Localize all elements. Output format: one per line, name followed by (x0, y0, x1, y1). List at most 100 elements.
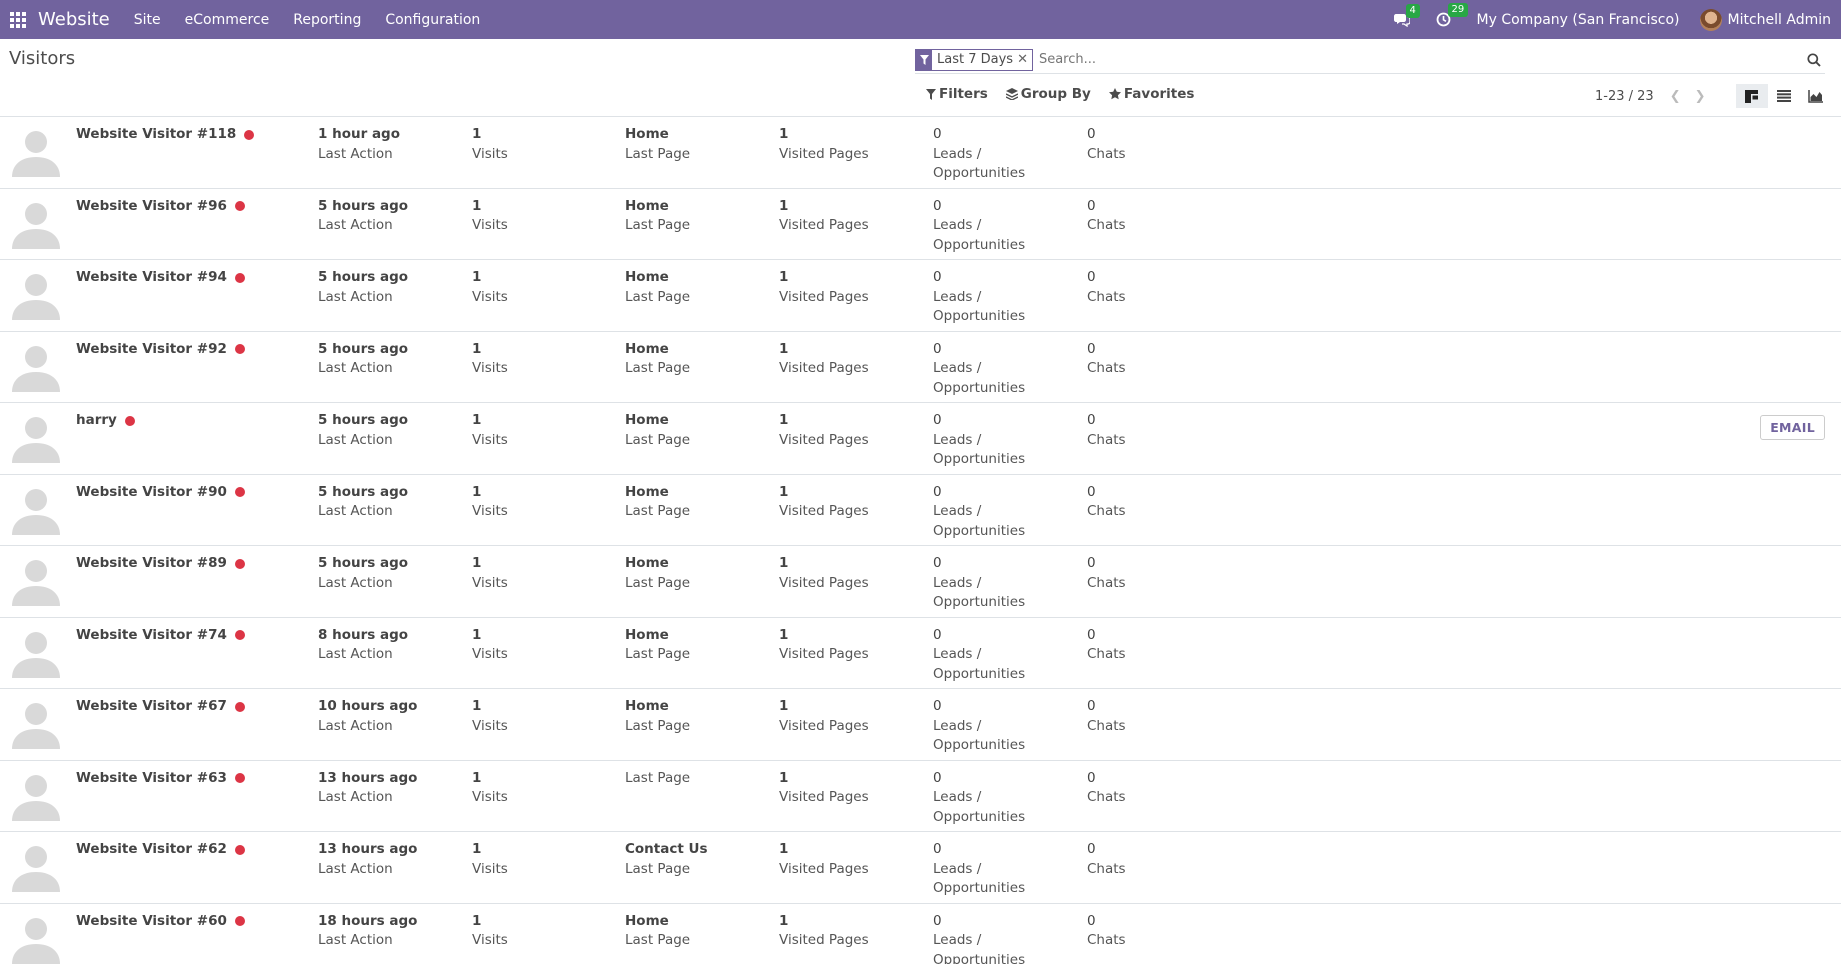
favorites-button[interactable]: Favorites (1108, 86, 1194, 102)
visits-field: 1 Visits (472, 197, 508, 234)
offline-status-dot (234, 344, 245, 355)
visited-pages-field: 1 Visited Pages (779, 698, 869, 734)
visitor-avatar-icon (12, 631, 60, 678)
visitor-card[interactable]: Website Visitor #62 13 hours ago Last Ac… (0, 832, 1841, 904)
last-action-field: 5 hours ago Last Action (318, 269, 409, 305)
leads-field: 0 Leads / Opportunities (933, 412, 1026, 467)
visitor-card[interactable]: Website Visitor #118 1 hour ago Last Act… (0, 117, 1841, 189)
visited-pages-field: 1 Visited Pages (779, 197, 869, 234)
company-switcher[interactable]: My Company (San Francisco) (1477, 12, 1680, 28)
menu-site[interactable]: Site (134, 12, 161, 28)
search-icon[interactable] (1803, 49, 1825, 71)
menu-ecommerce[interactable]: eCommerce (185, 12, 270, 28)
search-options: Filters Group By Favorites (926, 86, 1212, 102)
email-button[interactable]: EMAIL (1760, 415, 1825, 440)
messages-badge: 4 (1405, 3, 1420, 18)
groupby-button[interactable]: Group By (1005, 86, 1091, 102)
last-page-field: Home Last Page (625, 412, 691, 448)
list-view-button[interactable] (1768, 84, 1800, 108)
visited-pages-field: 1 Visited Pages (779, 841, 869, 877)
visitor-card[interactable]: Website Visitor #90 5 hours ago Last Act… (0, 475, 1841, 546)
visitor-card[interactable]: Website Visitor #60 18 hours ago Last Ac… (0, 904, 1841, 964)
visitor-avatar-icon (12, 774, 60, 821)
visitor-avatar-icon (12, 202, 60, 249)
visitor-avatar-icon (12, 274, 60, 320)
leads-field: 0 Leads / Opportunities (933, 769, 1026, 825)
chats-field: 0 Chats (1087, 483, 1126, 520)
search-input[interactable] (1032, 52, 1803, 67)
visited-pages-field: 1 Visited Pages (779, 126, 869, 162)
last-action-field: 8 hours ago Last Action (318, 626, 409, 663)
menu-reporting[interactable]: Reporting (293, 12, 361, 28)
last-page-field: Last Page (625, 769, 691, 786)
visits-field: 1 Visits (472, 412, 508, 448)
visitor-card[interactable]: Website Visitor #67 10 hours ago Last Ac… (0, 689, 1841, 761)
search-facet: Last 7 Days ✕ (915, 48, 1033, 71)
last-page-field: Home Last Page (625, 698, 691, 734)
messages-systray[interactable]: 4 (1393, 3, 1420, 27)
visitor-name: Website Visitor #96 (76, 197, 245, 217)
visitor-avatar-icon (12, 846, 60, 892)
visitor-card[interactable]: Website Visitor #63 13 hours ago Last Ac… (0, 761, 1841, 832)
visited-pages-field: 1 Visited Pages (779, 626, 869, 663)
menu-configuration[interactable]: Configuration (385, 12, 480, 28)
visitor-name: Website Visitor #67 (76, 697, 245, 717)
last-action-field: 18 hours ago Last Action (318, 912, 418, 949)
list-view-icon (1776, 90, 1791, 102)
offline-status-dot (234, 558, 245, 569)
user-name: Mitchell Admin (1727, 11, 1832, 28)
chats-field: 0 Chats (1087, 126, 1126, 162)
offline-status-dot (234, 272, 245, 283)
visitor-name: harry (76, 411, 135, 431)
visitor-list: Website Visitor #118 1 hour ago Last Act… (0, 117, 1841, 964)
last-action-field: 13 hours ago Last Action (318, 769, 418, 806)
pager-value[interactable]: 1-23 / 23 (1595, 89, 1654, 104)
visitor-card[interactable]: Website Visitor #96 5 hours ago Last Act… (0, 189, 1841, 260)
visited-pages-field: 1 Visited Pages (779, 483, 869, 520)
view-switcher (1735, 84, 1832, 108)
kanban-view-button[interactable] (1735, 84, 1768, 108)
visited-pages-field: 1 Visited Pages (779, 769, 869, 806)
last-page-field: Home Last Page (625, 912, 691, 949)
leads-field: 0 Leads / Opportunities (933, 483, 1026, 539)
activities-systray[interactable]: 29 (1436, 3, 1469, 27)
visitor-name: Website Visitor #63 (76, 769, 245, 789)
filter-icon (926, 88, 936, 100)
chats-field: 0 Chats (1087, 841, 1126, 877)
last-page-field: Home Last Page (625, 197, 691, 234)
visitor-name: Website Visitor #62 (76, 840, 245, 860)
filters-button[interactable]: Filters (926, 86, 988, 102)
pager-next-icon[interactable]: ❯ (1695, 89, 1706, 104)
offline-status-dot (234, 487, 245, 498)
visitor-card[interactable]: Website Visitor #74 8 hours ago Last Act… (0, 618, 1841, 689)
chats-field: 0 Chats (1087, 912, 1126, 949)
chats-field: 0 Chats (1087, 269, 1126, 305)
offline-status-dot (234, 701, 245, 712)
page-title: Visitors (9, 48, 76, 69)
user-menu[interactable]: Mitchell Admin (1699, 8, 1832, 31)
star-icon (1108, 88, 1121, 100)
visited-pages-field: 1 Visited Pages (779, 340, 869, 377)
pager-previous-icon[interactable]: ❮ (1670, 89, 1681, 104)
chats-field: 0 Chats (1087, 626, 1126, 663)
facet-remove-icon[interactable]: ✕ (1017, 52, 1032, 67)
leads-field: 0 Leads / Opportunities (933, 912, 1026, 964)
chats-field: 0 Chats (1087, 555, 1126, 591)
visitor-card[interactable]: Website Visitor #89 5 hours ago Last Act… (0, 546, 1841, 618)
visitor-card[interactable]: Website Visitor #92 5 hours ago Last Act… (0, 332, 1841, 403)
visits-field: 1 Visits (472, 126, 508, 162)
visitor-card[interactable]: Website Visitor #94 5 hours ago Last Act… (0, 260, 1841, 332)
control-panel: Visitors Last 7 Days ✕ Filters Group By … (0, 39, 1841, 117)
app-brand[interactable]: Website (38, 9, 110, 30)
visits-field: 1 Visits (472, 626, 508, 663)
visitor-card[interactable]: harry 5 hours ago Last Action 1 Visits H… (0, 403, 1841, 475)
visits-field: 1 Visits (472, 841, 508, 877)
apps-menu-icon[interactable] (10, 11, 26, 28)
search-bar: Last 7 Days ✕ (915, 46, 1825, 74)
visitor-avatar-icon (12, 560, 60, 606)
pager-area: 1-23 / 23 ❮ ❯ (1581, 84, 1841, 108)
chats-field: 0 Chats (1087, 197, 1126, 234)
offline-status-dot (234, 201, 245, 212)
graph-view-button[interactable] (1800, 84, 1832, 108)
leads-field: 0 Leads / Opportunities (933, 626, 1026, 682)
